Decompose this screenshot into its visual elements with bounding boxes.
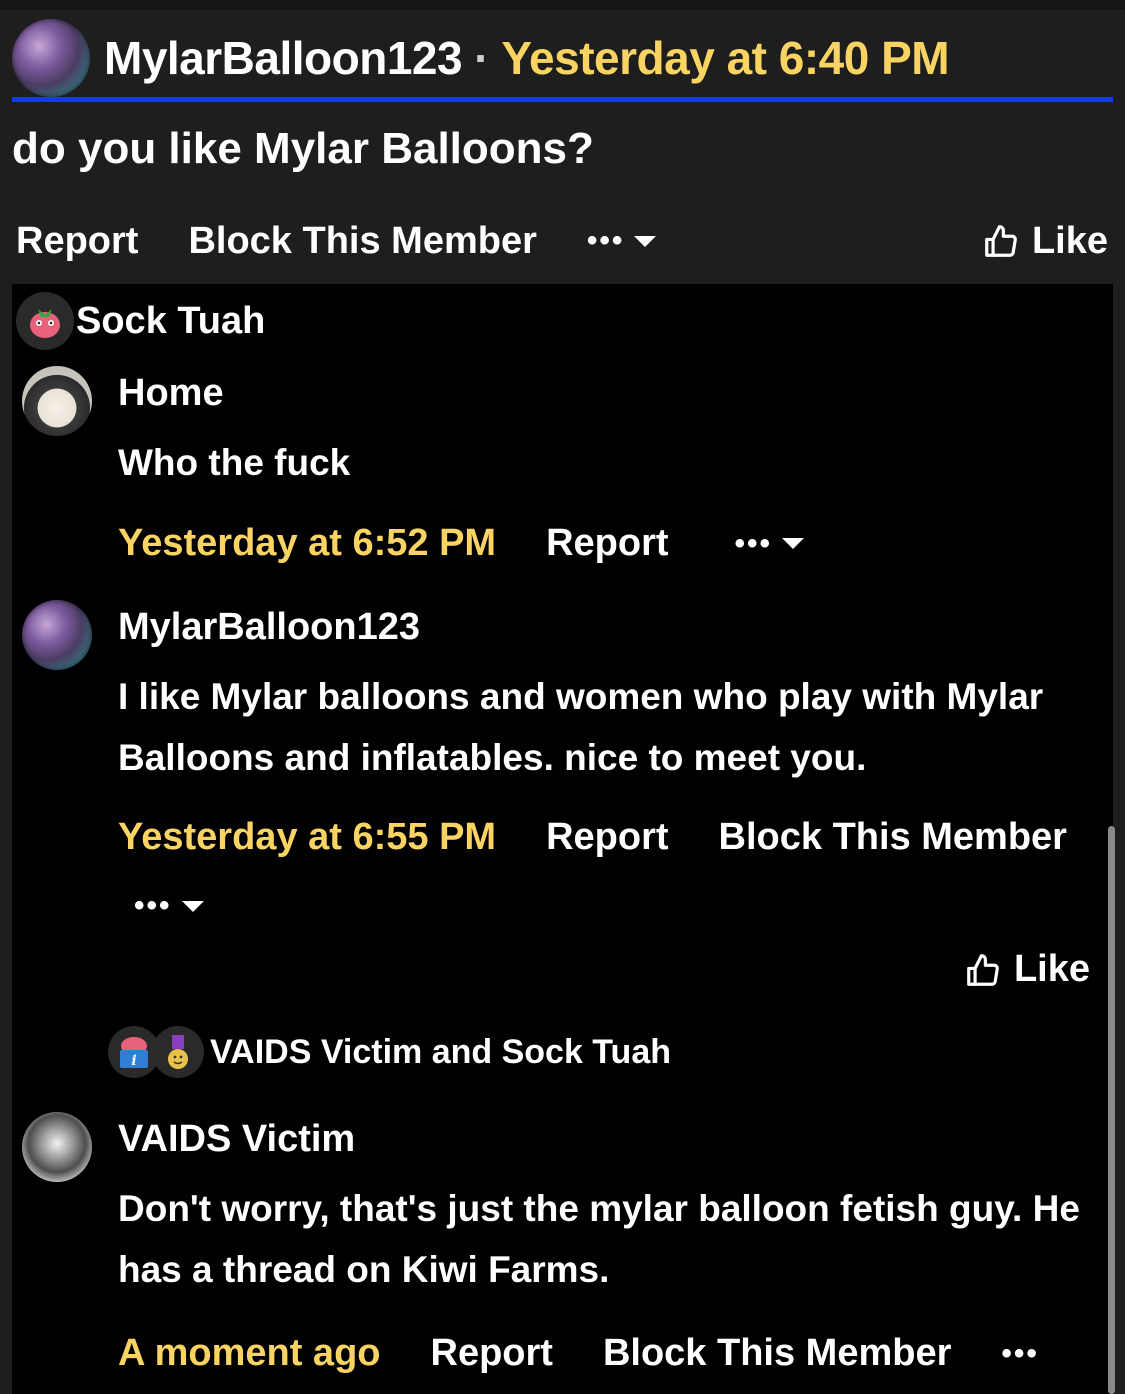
like-label: Like: [1013, 948, 1090, 990]
comment-actions: Yesterday at 6:52 PM Report •••: [118, 522, 1108, 565]
block-member-button[interactable]: Block This Member: [719, 816, 1067, 859]
like-label: Like: [1031, 219, 1108, 262]
chevron-down-icon: [782, 538, 805, 549]
thumbs-up-icon: [967, 953, 999, 986]
post-body: do you like Mylar Balloons?: [12, 124, 594, 173]
thread-page: MylarBalloon123 · Yesterday at 6:40 PM d…: [0, 0, 1125, 1394]
comment-actions: A moment ago Report Block This Member ••…: [118, 1332, 1108, 1375]
comment-text: Don't worry, that's just the mylar ballo…: [118, 1188, 1080, 1290]
comment-timestamp[interactable]: Yesterday at 6:52 PM: [118, 522, 496, 565]
comment-author[interactable]: Home: [118, 372, 224, 415]
report-button[interactable]: Report: [431, 1332, 553, 1375]
more-dots: •••: [734, 526, 773, 560]
scrollbar[interactable]: [1108, 826, 1115, 1394]
reactors-list[interactable]: VAIDS Victim and Sock Tuah: [210, 1033, 671, 1072]
top-strip: [0, 0, 1125, 10]
svg-text:i: i: [131, 1053, 136, 1069]
more-menu-button[interactable]: •••: [1001, 1337, 1039, 1371]
post-timestamp[interactable]: Yesterday at 6:40 PM: [501, 31, 949, 85]
block-member-button[interactable]: Block This Member: [188, 220, 536, 263]
comment-reactions[interactable]: i VAIDS Victim and Sock Tuah: [108, 1026, 671, 1078]
post-actions-bar: Report Block This Member ••• Like: [16, 216, 1108, 266]
post-reactions[interactable]: Sock Tuah: [16, 292, 265, 350]
like-button[interactable]: Like: [964, 948, 1090, 991]
report-button[interactable]: Report: [546, 816, 668, 859]
chevron-down-icon: [634, 235, 657, 247]
balloon-avatar-icon[interactable]: [22, 600, 92, 670]
header-divider: [12, 97, 1113, 102]
more-dots: •••: [134, 889, 172, 922]
report-button[interactable]: Report: [16, 220, 138, 263]
comment-actions: Yesterday at 6:55 PM Report Block This M…: [118, 816, 1108, 923]
comment-item: VAIDS Victim Don't worry, that's just th…: [22, 1112, 1102, 1394]
more-dots: •••: [1001, 1336, 1039, 1370]
medal-reaction-icon: [152, 1026, 204, 1078]
thumbs-up-icon: [985, 225, 1017, 257]
comments-panel: Sock Tuah Home Who the fuck Yesterday at…: [12, 284, 1113, 1394]
comment-timestamp[interactable]: A moment ago: [118, 1332, 381, 1375]
comment-author[interactable]: VAIDS Victim: [118, 1118, 355, 1161]
reactors-list[interactable]: Sock Tuah: [76, 300, 265, 343]
comment-text: I like Mylar balloons and women who play…: [118, 676, 1044, 778]
more-menu-button[interactable]: •••: [134, 889, 204, 923]
post-header: MylarBalloon123 · Yesterday at 6:40 PM: [12, 18, 1112, 98]
balloon-avatar-icon[interactable]: [12, 19, 90, 97]
report-button[interactable]: Report: [546, 522, 668, 565]
more-menu-button[interactable]: •••: [587, 224, 657, 258]
user-avatar[interactable]: [22, 1112, 92, 1182]
comment-timestamp[interactable]: Yesterday at 6:55 PM: [118, 816, 496, 859]
comment-item: MylarBalloon123 I like Mylar balloons an…: [22, 600, 1102, 1100]
like-button[interactable]: Like: [982, 220, 1108, 263]
post-author-link[interactable]: MylarBalloon123: [104, 31, 463, 85]
comment-author[interactable]: MylarBalloon123: [118, 606, 420, 649]
strawberry-reaction-icon: [16, 292, 74, 350]
comment-text: Who the fuck: [118, 442, 351, 483]
user-avatar[interactable]: [22, 366, 92, 436]
chevron-down-icon: [181, 900, 204, 912]
block-member-button[interactable]: Block This Member: [603, 1332, 951, 1375]
more-menu-button[interactable]: •••: [735, 527, 805, 561]
comment-item: Home Who the fuck Yesterday at 6:52 PM R…: [22, 366, 1102, 576]
more-dots: •••: [586, 224, 625, 257]
header-separator: ·: [474, 32, 490, 84]
